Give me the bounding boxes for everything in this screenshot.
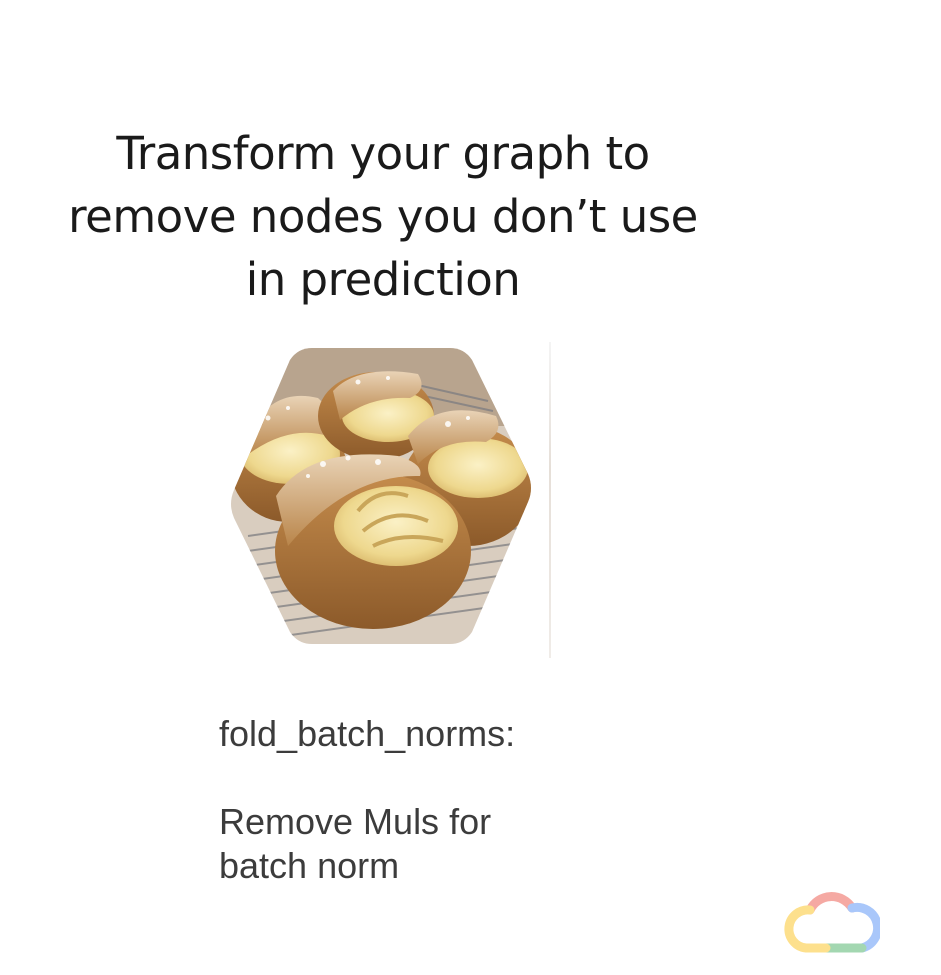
caption-block: fold_batch_norms: Remove Muls for batch … (219, 712, 639, 888)
description-line-1: Remove Muls for (219, 801, 492, 842)
transform-name: fold_batch_norms: (219, 713, 516, 754)
slide-title: Transform your graph to remove nodes you… (68, 127, 698, 306)
photo-edge-divider (549, 342, 551, 658)
cream-puffs-photo (228, 346, 534, 646)
description-line-2: batch norm (219, 845, 400, 886)
google-cloud-logo (780, 880, 883, 960)
